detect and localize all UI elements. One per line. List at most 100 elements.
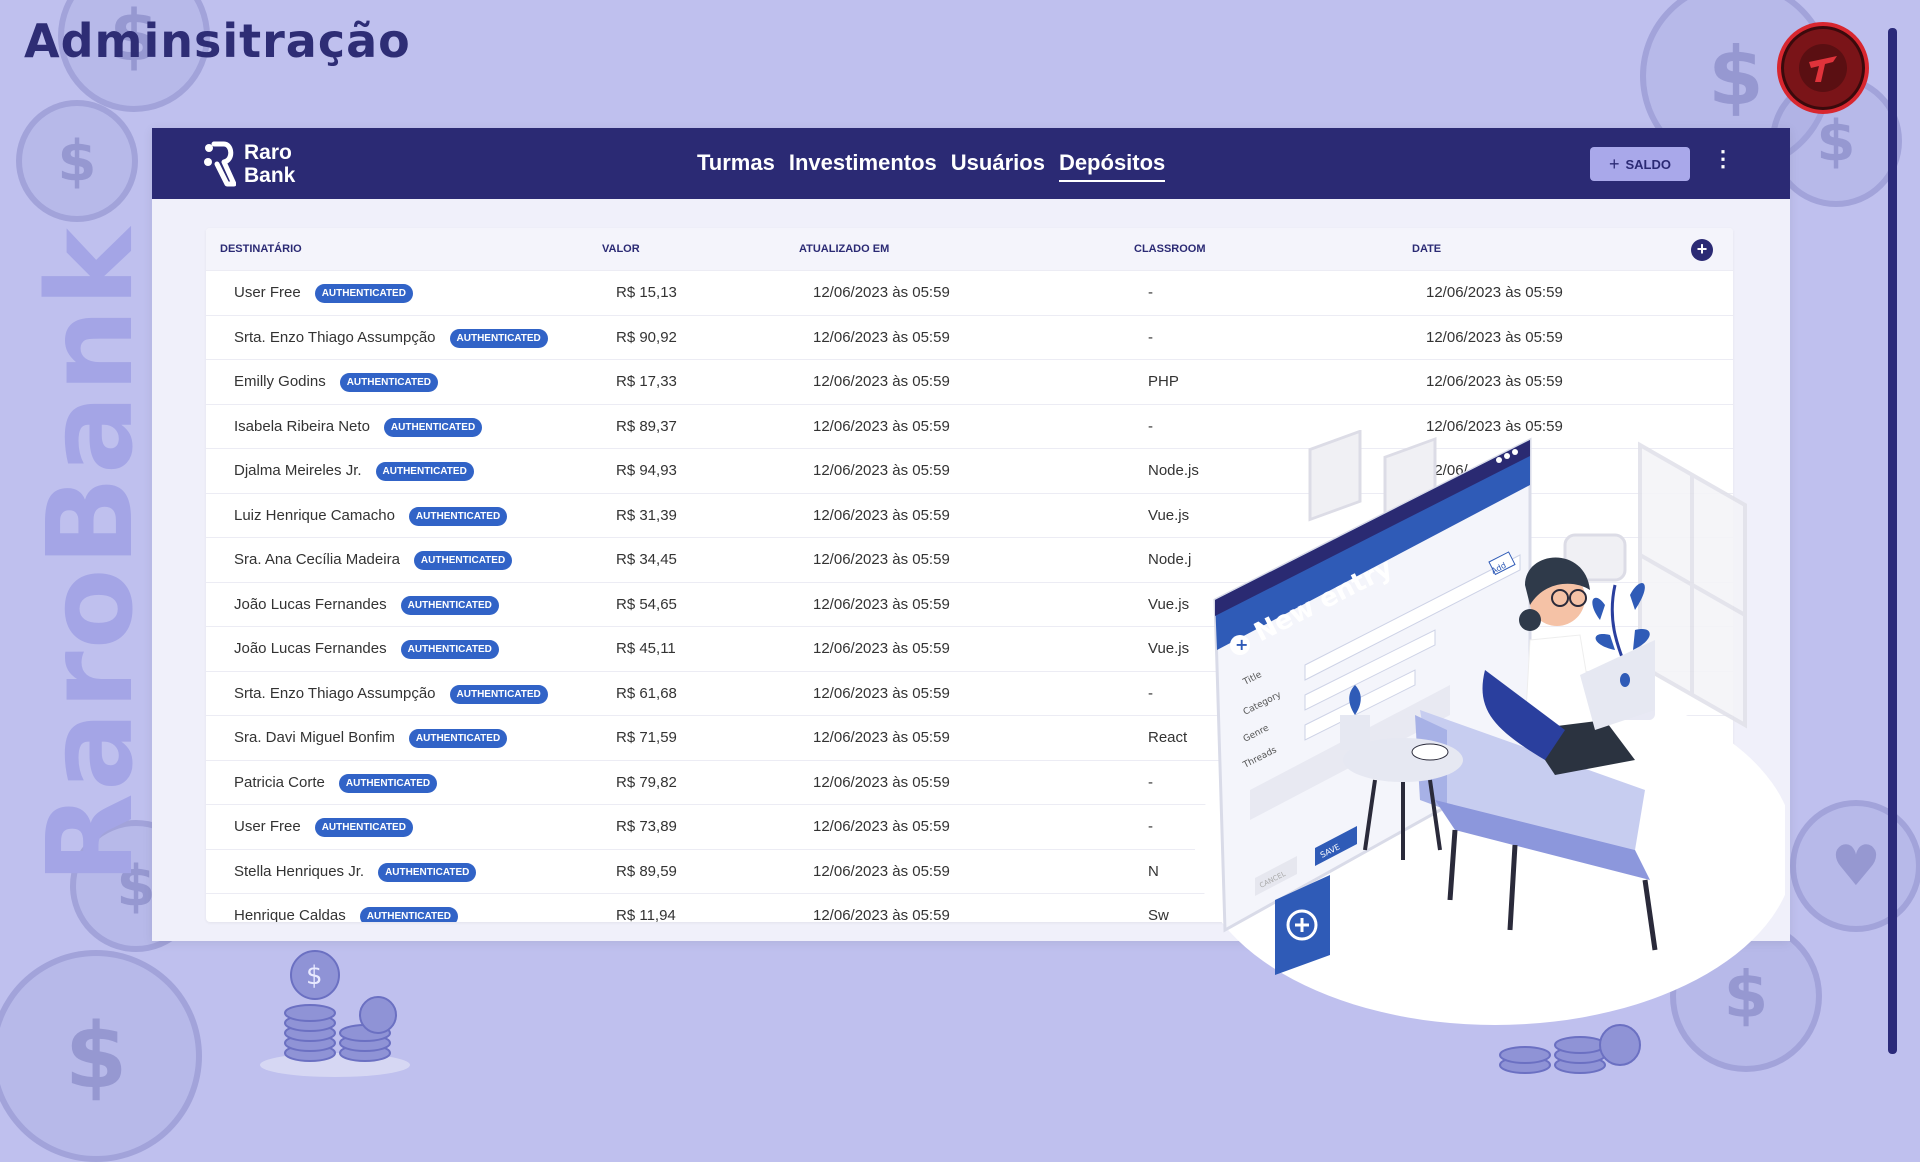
status-badge: AUTHENTICATED: [400, 595, 499, 615]
cell-valor: R$ 34,45: [616, 551, 677, 568]
cell-valor-text: R$ 79,82: [616, 773, 677, 791]
top-navbar: Raro Bank Turmas Investimentos Usuários …: [152, 128, 1790, 199]
cell-valor: R$ 11,94: [616, 907, 676, 922]
table-row[interactable]: Srta. Enzo Thiago Assumpção AUTHENTICATED…: [206, 314, 1733, 360]
logo-text: Raro Bank: [244, 141, 295, 187]
cell-destinatario: Srta. Enzo Thiago Assumpção AUTHENTICATED: [234, 684, 548, 704]
cell-atualizado: 12/06/2023 às 05:59: [813, 640, 950, 657]
cell-destinatario-text: João Lucas Fernandes: [234, 640, 387, 657]
cell-valor-text: R$ 34,45: [616, 551, 677, 568]
cell-classroom: React: [1148, 729, 1187, 746]
cell-destinatario: User Free AUTHENTICATED: [234, 284, 413, 303]
cell-classroom-text: Vue.js: [1148, 640, 1190, 657]
coin-decoration: ♥: [1790, 800, 1920, 932]
cell-classroom-text: Vue.js: [1148, 595, 1190, 613]
table-row[interactable]: Emilly Godins AUTHENTICATED R$ 17,33 12/06/…: [206, 359, 1733, 404]
cell-destinatario-text: João Lucas Fernandes: [234, 595, 387, 613]
cell-valor: R$ 90,92: [616, 329, 677, 346]
status-badge: AUTHENTICATED: [413, 551, 513, 570]
status-badge: AUTHENTICATED: [338, 773, 438, 793]
rarobank-logo[interactable]: Raro Bank: [204, 140, 295, 188]
cell-destinatario-text: Srta. Enzo Thiago Assumpção: [234, 684, 436, 702]
cell-classroom: PHP: [1148, 373, 1179, 390]
cell-atualizado-text: 12/06/2023 às 05:59: [813, 506, 950, 524]
cell-valor: R$ 45,11: [616, 640, 676, 657]
column-header-date[interactable]: DATE: [1412, 243, 1441, 255]
cell-atualizado: 12/06/2023 às 05:59: [813, 729, 950, 746]
cell-atualizado: 12/06/2023 às 05:59: [813, 907, 950, 922]
window-frame-icon: [1638, 441, 1747, 729]
cell-classroom: -: [1148, 418, 1153, 435]
cell-destinatario: Patricia Corte AUTHENTICATED: [234, 773, 438, 793]
cell-classroom-text: -: [1148, 684, 1153, 702]
plus-icon: +: [1608, 153, 1620, 174]
saldo-button[interactable]: + SALDO: [1590, 147, 1690, 181]
cell-destinatario-text: Isabela Ribeira Neto: [234, 417, 370, 435]
cell-valor-text: R$ 61,68: [616, 684, 677, 702]
cell-atualizado-text: 12/06/2023 às 05:59: [813, 328, 950, 346]
rarobank-r-icon: [204, 141, 236, 187]
column-header-classroom[interactable]: CLASSROOM: [1134, 243, 1206, 255]
main-nav: Turmas Investimentos Usuários Depósitos: [697, 150, 1166, 182]
cell-destinatario-text: Patricia Corte: [234, 773, 325, 791]
cell-valor-text: R$ 89,37: [616, 417, 677, 435]
cell-atualizado: 12/06/2023 às 05:59: [813, 507, 950, 524]
nav-investimentos[interactable]: Investimentos: [789, 150, 937, 182]
logo-line1: Raro: [244, 141, 292, 164]
cell-atualizado: 12/06/2023 às 05:59: [813, 774, 950, 791]
cell-valor: R$ 94,93: [616, 462, 677, 479]
cell-classroom-text: N: [1148, 862, 1159, 880]
table-row[interactable]: User Free AUTHENTICATED R$ 15,13 12/06/2023…: [206, 270, 1733, 315]
cell-date-text: 12/06/2023 às 05:59: [1426, 284, 1563, 301]
cell-destinatario: Sra. Davi Miguel Bonfim AUTHENTICATED: [234, 729, 508, 748]
status-badge: AUTHENTICATED: [375, 462, 474, 481]
cell-atualizado-text: 12/06/2023 às 05:59: [813, 907, 950, 922]
cell-destinatario: Djalma Meireles Jr. AUTHENTICATED: [234, 462, 474, 481]
cell-valor-text: R$ 11,94: [616, 907, 676, 922]
status-badge: AUTHENTICATED: [339, 373, 438, 392]
cell-date: 12/06/2023 às 05:59: [1426, 373, 1563, 390]
cell-atualizado: 12/06/2023 às 05:59: [813, 596, 950, 613]
cell-valor: R$ 73,89: [616, 818, 677, 835]
cell-classroom: N: [1148, 863, 1159, 880]
cell-valor: R$ 15,13: [616, 284, 677, 301]
coin-decoration: $: [0, 950, 202, 1162]
status-badge: AUTHENTICATED: [408, 506, 508, 526]
cell-atualizado-text: 12/06/2023 às 05:59: [813, 684, 950, 702]
cell-valor: R$ 79,82: [616, 774, 677, 791]
cell-valor-text: R$ 89,59: [616, 862, 677, 880]
status-badge: AUTHENTICATED: [408, 729, 508, 748]
cell-classroom: Vue.js: [1148, 507, 1189, 524]
cell-destinatario-text: Henrique Caldas: [234, 907, 346, 922]
cell-classroom: Vue.js: [1148, 640, 1189, 657]
cell-valor-text: R$ 17,33: [616, 373, 677, 390]
kebab-menu-icon[interactable]: ⋮: [1712, 146, 1734, 172]
status-badge: AUTHENTICATED: [449, 684, 548, 704]
column-header-atualizado[interactable]: ATUALIZADO EM: [799, 243, 889, 255]
cell-date-text: 12/06/2023 às 05:59: [1426, 328, 1563, 346]
status-badge: AUTHENTICATED: [359, 907, 458, 922]
right-accent-bar: [1888, 28, 1897, 1054]
cell-atualizado-text: 12/06/2023 às 05:59: [813, 284, 950, 301]
cell-destinatario-text: User Free: [234, 818, 301, 835]
nav-usuarios[interactable]: Usuários: [951, 150, 1045, 182]
cell-valor-text: R$ 54,65: [616, 595, 677, 613]
status-badge: AUTHENTICATED: [378, 862, 477, 882]
cell-date: 12/06/2023 às 05:59: [1426, 329, 1563, 346]
cell-destinatario-text: Sra. Ana Cecília Madeira: [234, 551, 400, 568]
cell-destinatario: João Lucas Fernandes AUTHENTICATED: [234, 640, 499, 659]
column-header-destinatario[interactable]: DESTINATÁRIO: [220, 243, 302, 255]
cell-date-text: 12/06/2023 às 05:59: [1426, 373, 1563, 390]
cell-classroom-text: PHP: [1148, 373, 1179, 390]
nav-turmas[interactable]: Turmas: [697, 150, 775, 182]
cell-atualizado: 12/06/2023 às 05:59: [813, 284, 950, 301]
cell-atualizado-text: 12/06/2023 às 05:59: [813, 417, 950, 435]
cell-classroom: -: [1148, 685, 1153, 702]
nav-depositos[interactable]: Depósitos: [1058, 150, 1166, 182]
logo-line2: Bank: [244, 164, 296, 187]
cell-destinatario: Isabela Ribeira Neto AUTHENTICATED: [234, 417, 483, 437]
add-column-icon[interactable]: +: [1691, 239, 1713, 261]
column-header-valor[interactable]: VALOR: [602, 243, 640, 255]
cell-valor: R$ 71,59: [616, 729, 677, 746]
table-header: DESTINATÁRIO VALOR ATUALIZADO EM CLASSRO…: [206, 228, 1733, 270]
